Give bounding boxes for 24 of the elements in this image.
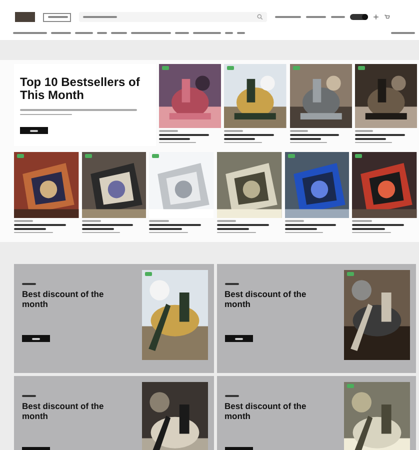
cart-icon[interactable] [384,14,390,20]
menu-button[interactable] [43,12,71,22]
product-card[interactable] [82,152,146,236]
product-card[interactable] [14,152,79,236]
search-icon[interactable] [257,14,263,20]
product-card[interactable] [284,152,350,236]
product-card[interactable] [159,64,222,146]
shop-button[interactable] [224,335,252,342]
product-card[interactable] [217,152,282,236]
hero-title: Top 10 Bestsellers of This Month [20,76,141,102]
product-card[interactable] [354,64,417,146]
promo-title: Best discount of the month [224,401,306,421]
shop-button[interactable] [22,335,50,342]
product-card[interactable] [224,64,286,146]
product-card[interactable] [290,64,352,146]
product-card[interactable] [352,152,418,236]
promo-title: Best discount of the month [22,289,104,309]
promo-title: Best discount of the month [224,289,306,309]
product-card[interactable] [149,152,214,236]
search-field[interactable] [79,12,267,22]
promo-title: Best discount of the month [22,401,104,421]
shop-button[interactable] [20,127,48,134]
toggle-switch[interactable] [350,14,368,20]
plus-icon[interactable] [373,14,379,20]
